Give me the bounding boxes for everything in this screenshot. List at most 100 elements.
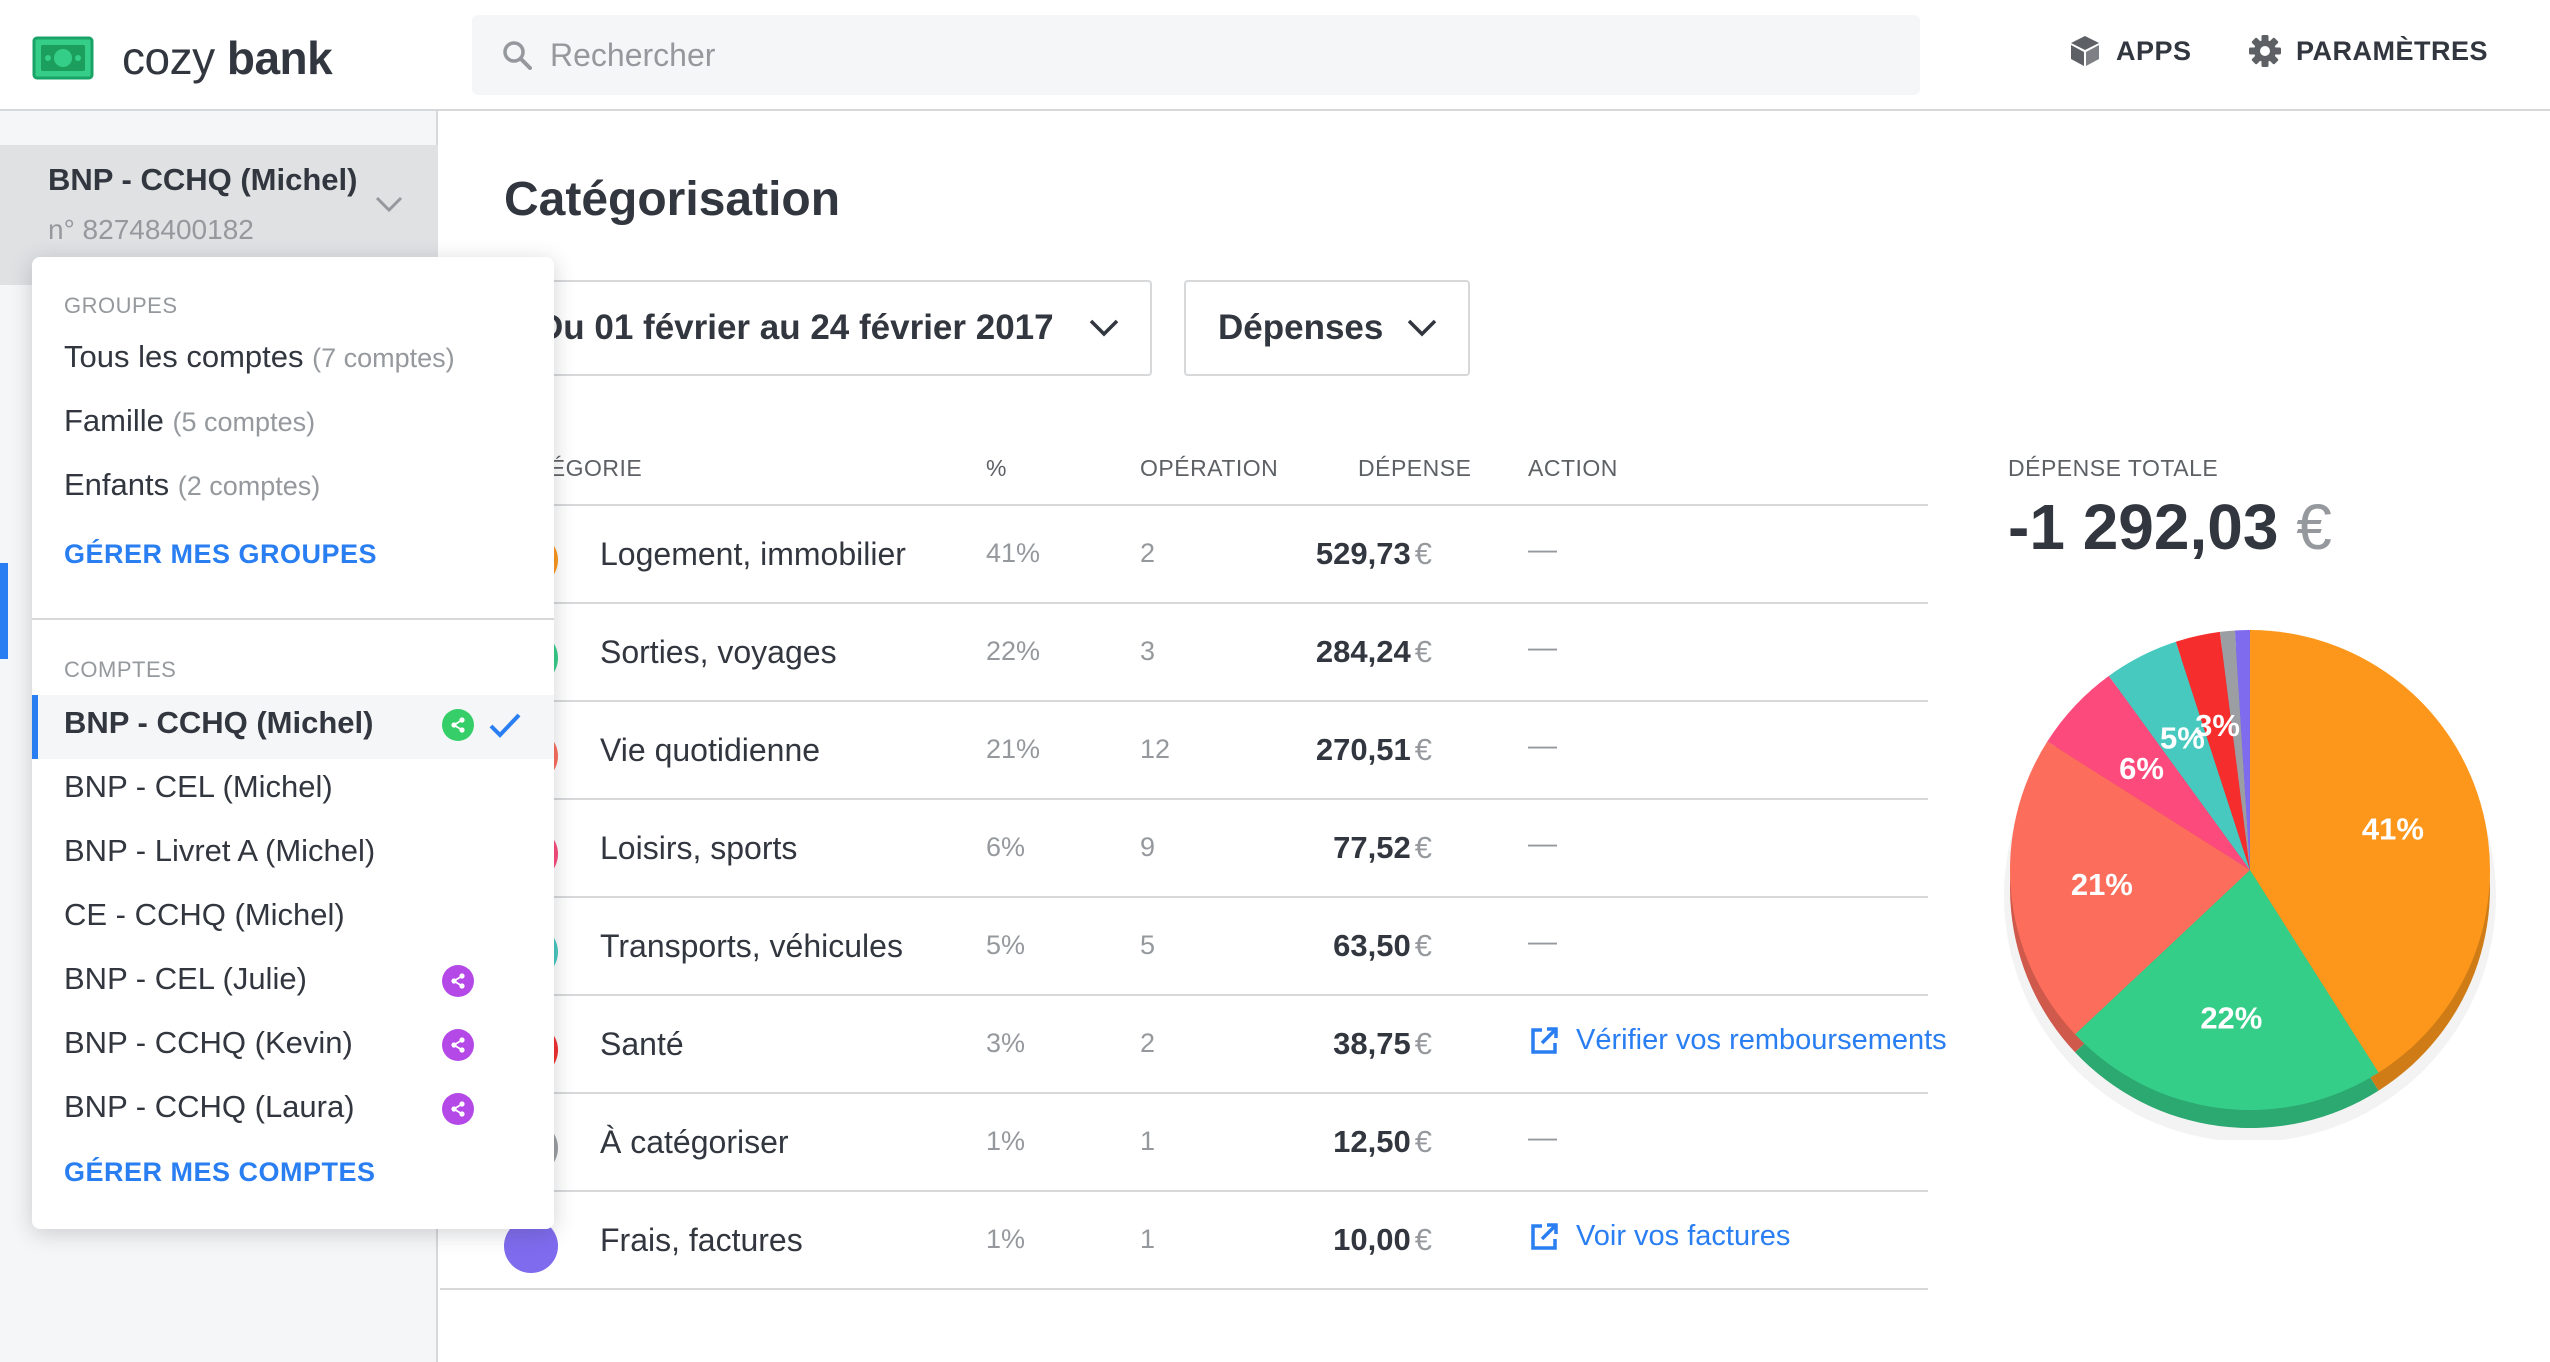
group-count: (7 comptes) [312, 343, 455, 373]
category-percent: 1% [986, 1126, 1026, 1156]
table-row[interactable]: Transports, véhicules 5% 5 63,50 € — [440, 898, 1928, 996]
cube-icon [2071, 36, 2099, 66]
action-empty: — [1528, 632, 1557, 664]
expense-amount: 284,24 € [1315, 634, 1432, 669]
action-link[interactable]: Voir vos factures [1528, 1220, 1790, 1253]
search-input[interactable] [548, 35, 1852, 75]
category-percent: 5% [986, 930, 1026, 960]
category-name: À catégoriser [600, 1124, 789, 1160]
account-label: BNP - CCHQ (Kevin) [64, 1025, 353, 1060]
chevron-down-icon [1407, 319, 1437, 337]
period-select[interactable]: Du 01 février au 24 février 2017 [504, 280, 1152, 376]
operation-count: 9 [1140, 832, 1156, 862]
operation-count: 2 [1140, 1028, 1156, 1058]
operation-count: 2 [1140, 538, 1156, 568]
operation-count: 1 [1140, 1224, 1156, 1254]
external-link-icon [1531, 1026, 1558, 1054]
expense-amount: 63,50 € [1333, 928, 1432, 963]
expense-amount: 38,75 € [1333, 1026, 1432, 1061]
banknote-icon [32, 36, 94, 80]
account-label: BNP - CCHQ (Michel) [64, 705, 374, 740]
action-empty: — [1528, 730, 1557, 762]
group-label: Tous les comptes [64, 339, 304, 374]
page-title: Catégorisation [504, 173, 841, 226]
account-label: BNP - Livret A (Michel) [64, 833, 376, 868]
table-row[interactable]: Loisirs, sports 6% 9 77,52 € — [440, 800, 1928, 898]
group-label: Famille [64, 403, 164, 438]
col-expense[interactable]: DÉPENSE [1358, 455, 1471, 482]
action-empty: — [1528, 1122, 1557, 1154]
current-account-number: n° 82748400182 [48, 214, 254, 245]
group-item[interactable]: Enfants (2 comptes) [64, 467, 320, 503]
group-item[interactable]: Famille (5 comptes) [64, 403, 315, 439]
expense-pie-chart: 41%22%21%6%5%3% [2004, 630, 2496, 1140]
table-row[interactable]: À catégoriser 1% 1 12,50 € — [440, 1094, 1928, 1192]
category-name: Logement, immobilier [600, 536, 906, 572]
action-text: Voir vos factures [1576, 1220, 1791, 1252]
account-label: BNP - CEL (Julie) [64, 961, 307, 996]
category-name: Transports, véhicules [600, 928, 903, 964]
shared-icon [442, 1029, 474, 1061]
current-account-name: BNP - CCHQ (Michel) [48, 162, 358, 197]
type-select[interactable]: Dépenses [1184, 280, 1470, 376]
action-link[interactable]: Vérifier vos remboursements [1528, 1024, 1947, 1057]
expense-amount: 529,73 € [1315, 536, 1432, 571]
category-name: Loisirs, sports [600, 830, 798, 866]
dropdown-divider [32, 618, 554, 620]
table-row[interactable]: Frais, factures 1% 1 10,00 € Voir vos facture… [440, 1192, 1928, 1290]
account-item[interactable]: BNP - CEL (Julie) [64, 961, 307, 997]
table-row[interactable]: Vie quotidienne 21% 12 270,51 € — [440, 702, 1928, 800]
expense-amount: 12,50 € [1333, 1124, 1432, 1159]
operation-count: 3 [1140, 636, 1156, 666]
settings-label: PARAMÈTRES [2296, 35, 2489, 66]
groups-heading: GROUPES [64, 293, 178, 318]
account-item[interactable]: BNP - Livret A (Michel) [64, 833, 375, 869]
app-name: cozy bank [122, 32, 333, 84]
category-percent: 41% [986, 538, 1041, 568]
pie-slice-label: 3% [2195, 708, 2240, 743]
manage-accounts-link[interactable]: GÉRER MES COMPTES [64, 1157, 376, 1188]
category-name: Vie quotidienne [600, 732, 821, 768]
total-label: DÉPENSE TOTALE [2008, 455, 2219, 481]
category-name: Sorties, voyages [600, 634, 837, 670]
gear-icon [2249, 35, 2281, 67]
table-row[interactable]: Sorties, voyages 22% 3 284,24 € — [440, 604, 1928, 702]
check-icon [488, 711, 522, 744]
apps-button[interactable]: APPS [2068, 34, 2192, 68]
account-item[interactable]: BNP - CEL (Michel) [64, 769, 333, 805]
apps-label: APPS [2116, 35, 2192, 66]
total-value: -1 292,03 € [2008, 491, 2332, 563]
app-logo[interactable]: cozy bank [32, 31, 333, 85]
account-item[interactable]: CE - CCHQ (Michel) [64, 897, 345, 933]
action-text: Vérifier vos remboursements [1576, 1024, 1947, 1056]
table-row[interactable]: Logement, immobilier 41% 2 529,73 € — [440, 506, 1928, 604]
type-value: Dépenses [1218, 308, 1384, 347]
pie-slice-label: 22% [2200, 1001, 2262, 1036]
col-operation[interactable]: OPÉRATION [1140, 455, 1278, 482]
account-dropdown: GROUPES Tous les comptes (7 comptes) Fami… [32, 257, 554, 1229]
action-empty: — [1528, 828, 1557, 860]
col-action: ACTION [1528, 455, 1618, 481]
group-label: Enfants [64, 467, 170, 502]
search-bar[interactable] [472, 15, 1920, 95]
settings-button[interactable]: PARAMÈTRES [2248, 34, 2488, 68]
table-row[interactable]: Santé 3% 2 38,75 € Vérifier vos remboursement… [440, 996, 1947, 1094]
category-percent: 6% [986, 832, 1026, 862]
col-percent[interactable]: % [986, 455, 1007, 482]
account-item[interactable]: BNP - CCHQ (Kevin) [64, 1025, 353, 1061]
action-empty: — [1528, 534, 1557, 566]
operation-count: 12 [1140, 734, 1171, 764]
pie-slice-label: 21% [2071, 867, 2133, 902]
account-item[interactable]: BNP - CCHQ (Michel) [64, 705, 373, 741]
account-label: BNP - CEL (Michel) [64, 769, 333, 804]
group-item[interactable]: Tous les comptes (7 comptes) [64, 339, 455, 375]
search-icon [503, 41, 532, 70]
period-value: Du 01 février au 24 février 2017 [538, 308, 1054, 347]
operation-count: 1 [1140, 1126, 1156, 1156]
chevron-down-icon [1089, 319, 1119, 337]
category-percent: 22% [986, 636, 1041, 666]
account-item[interactable]: BNP - CCHQ (Laura) [64, 1089, 355, 1125]
category-name: Frais, factures [600, 1222, 803, 1258]
category-percent: 1% [986, 1224, 1026, 1254]
manage-groups-link[interactable]: GÉRER MES GROUPES [64, 539, 377, 570]
